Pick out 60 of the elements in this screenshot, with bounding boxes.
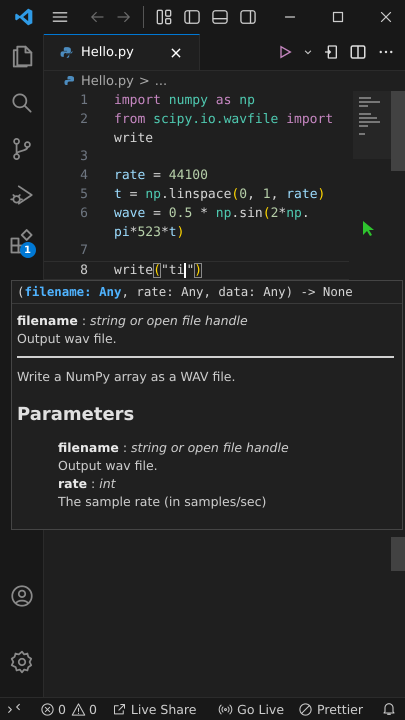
breadcrumb-separator: > — [138, 74, 150, 88]
problem-count: 0 — [88, 702, 97, 716]
problem-count: 0 — [58, 702, 66, 716]
code-line: write("ti") — [114, 262, 202, 279]
scrollbar-thumb[interactable] — [391, 91, 405, 171]
code-line: from scipy.io.wavfile import — [114, 110, 334, 129]
settings-icon[interactable] — [8, 649, 34, 675]
editor-tab[interactable]: Hello.py — [44, 34, 200, 70]
minimap[interactable] — [353, 91, 391, 159]
code-line: wave = 0.5 * np.sin(2*np. — [114, 204, 310, 223]
open-changes-icon[interactable] — [323, 44, 339, 60]
breadcrumb-item[interactable]: Hello.py — [81, 74, 134, 88]
signature-text: (filename: Any, rate: Any, data: Any) -> None — [12, 281, 402, 304]
warning-icon — [70, 702, 86, 716]
line-number: 4 — [79, 167, 89, 186]
code-line: write — [114, 130, 154, 148]
layout-button[interactable] — [154, 7, 174, 27]
status-item[interactable]: Go Live — [218, 702, 284, 716]
prohibited-icon — [298, 702, 314, 716]
breadcrumb-item[interactable]: ... — [154, 74, 168, 88]
line-number: 6 — [79, 204, 89, 223]
toggle-sidebar-button[interactable] — [182, 7, 202, 27]
scrollbar-thumb[interactable] — [391, 537, 405, 571]
account-icon[interactable] — [8, 583, 34, 609]
bell-icon[interactable] — [381, 701, 397, 717]
doc-text: rate : int — [57, 475, 117, 493]
line-number: 3 — [79, 148, 89, 166]
notification-badge: 1 — [20, 242, 36, 258]
line-number: 1 — [79, 92, 89, 110]
python-file-icon — [60, 46, 73, 59]
doc-text: filename : string or open file handle — [17, 312, 249, 330]
python-file-icon — [64, 75, 76, 87]
doc-text: Output wav file. — [57, 457, 159, 475]
broadcast-icon — [218, 702, 234, 716]
line-number: 5 — [79, 186, 89, 204]
toggle-panel-button[interactable] — [210, 7, 230, 27]
split-editor-icon[interactable] — [349, 43, 367, 61]
doc-text: filename : string or open file handle — [57, 439, 290, 457]
text-cursor — [184, 263, 186, 278]
doc-text: The sample rate (in samples/sec) — [57, 493, 268, 511]
code-line: import numpy as np — [114, 92, 255, 110]
doc-text: Output wav file. — [17, 330, 118, 348]
close-icon[interactable] — [169, 46, 183, 60]
code-line: pi*523*t) — [114, 224, 184, 242]
toggle-secondary-sidebar-button[interactable] — [238, 7, 258, 27]
line-number: 2 — [79, 110, 89, 129]
section-heading: Parameters — [17, 404, 136, 425]
code-line: rate = 44100 — [114, 167, 208, 186]
doc-text: Write a NumPy array as a WAV file. — [17, 368, 236, 386]
error-icon — [40, 702, 55, 716]
status-item[interactable]: Prettier — [298, 702, 363, 716]
line-number: 8 — [79, 262, 89, 279]
blocks-icon[interactable] — [8, 228, 36, 256]
status-item[interactable]: Live Share — [112, 702, 196, 716]
line-number: 7 — [79, 242, 89, 260]
app-logo-icon — [14, 7, 34, 27]
mouse-pointer-icon — [362, 220, 374, 237]
problems-button[interactable]: 0 0 — [40, 702, 102, 716]
code-line: t = np.linspace(0, 1, rate) — [114, 186, 326, 204]
share-icon — [112, 702, 127, 716]
